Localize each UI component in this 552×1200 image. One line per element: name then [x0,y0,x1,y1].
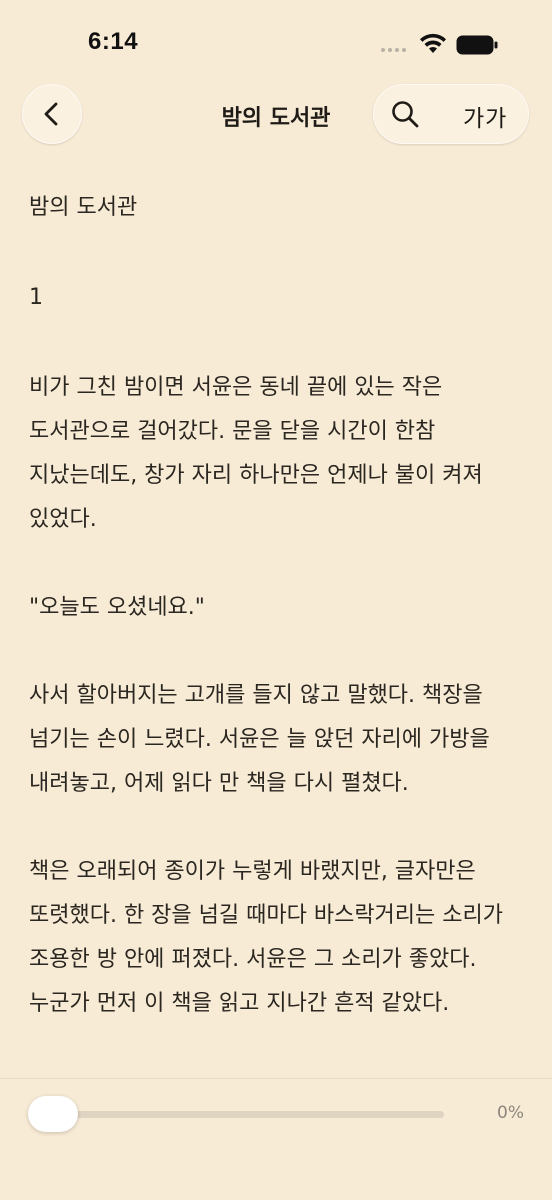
paragraph: 사서 할아버지는 고개를 들지 않고 말했다. 책장을 넘기는 손이 느렸다. … [29,683,490,796]
chevron-left-icon [44,102,58,126]
status-bar: 6:14 [0,0,552,90]
search-button[interactable] [387,96,423,132]
battery-icon [456,35,498,55]
book-title: 밤의 도서관 [29,195,138,220]
page-title: 밤의 도서관 [221,106,331,131]
wifi-icon [420,33,446,53]
paragraph: "오늘도 오셨네요." [29,595,205,620]
reading-progress-track[interactable] [36,1111,444,1118]
navigation-bar: 밤의 도서관 가가 [0,84,552,148]
divider [0,1078,552,1079]
reading-progress-label: 0% [497,1103,524,1123]
paragraph: 책은 오래되어 종이가 누렇게 바랬지만, 글자만은 또렷했다. 한 장을 넘길… [29,859,503,1016]
status-time: 6:14 [88,28,139,55]
reading-progress-thumb[interactable] [28,1096,78,1132]
reader-content: 밤의 도서관 1 비가 그친 밤이면 서윤은 동네 끝에 있는 작은 도서관으로… [29,186,529,1076]
back-button[interactable] [22,84,82,144]
cellular-signal-icon [381,48,406,52]
search-icon [392,101,419,128]
paragraph: 비가 그친 밤이면 서윤은 동네 끝에 있는 작은 도서관으로 걸어갔다. 문을… [29,375,483,532]
font-size-button[interactable]: 가가 [463,99,507,133]
chapter-number: 1 [29,285,43,310]
toolbar-pill: 가가 [373,84,529,144]
